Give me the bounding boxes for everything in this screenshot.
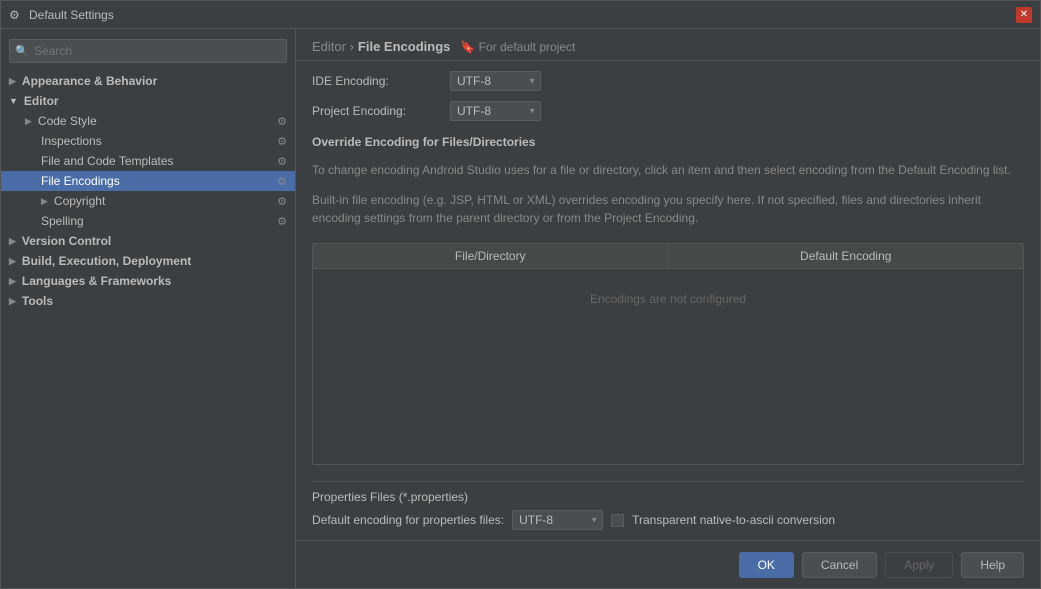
encodings-table: File/Directory Default Encoding Encoding…: [312, 243, 1024, 465]
override-info1: To change encoding Android Studio uses f…: [312, 161, 1024, 179]
transparent-label: Transparent native-to-ascii conversion: [632, 513, 835, 527]
title-bar: ⚙ Default Settings ✕: [1, 1, 1040, 29]
window: ⚙ Default Settings ✕ 🔍 ▶ Appearance & Be…: [0, 0, 1041, 589]
sidebar-item-tools[interactable]: ▶ Tools: [1, 291, 295, 311]
sidebar: 🔍 ▶ Appearance & Behavior ▼ Editor ▶ Cod…: [1, 29, 296, 588]
sidebar-item-version-control[interactable]: ▶ Version Control: [1, 231, 295, 251]
sidebar-item-label: Build, Execution, Deployment: [22, 254, 191, 268]
properties-encoding-dropdown-wrap: UTF-8 UTF-16 ISO-8859-1: [512, 510, 603, 530]
sidebar-item-label: Code Style: [38, 114, 97, 128]
transparent-checkbox[interactable]: [611, 514, 624, 527]
sidebar-item-file-encodings[interactable]: File Encodings ⚙: [1, 171, 295, 191]
sidebar-item-label: Appearance & Behavior: [22, 74, 157, 88]
project-encoding-dropdown[interactable]: UTF-8 UTF-16 ISO-8859-1: [450, 101, 541, 121]
sidebar-item-copyright[interactable]: ▶ Copyright ⚙: [1, 191, 295, 211]
override-info2: Built-in file encoding (e.g. JSP, HTML o…: [312, 191, 1024, 227]
arrow-icon: ▼: [9, 96, 18, 106]
sidebar-item-editor[interactable]: ▼ Editor: [1, 91, 295, 111]
sidebar-item-inspections[interactable]: Inspections ⚙: [1, 131, 295, 151]
table-col-file-dir: File/Directory: [313, 244, 669, 268]
project-badge: 🔖 For default project: [460, 40, 575, 54]
apply-button[interactable]: Apply: [885, 552, 953, 578]
config-icon: ⚙: [277, 175, 287, 188]
config-icon: ⚙: [277, 155, 287, 168]
sidebar-item-label: File and Code Templates: [41, 154, 174, 168]
title-bar-left: ⚙ Default Settings: [9, 8, 114, 22]
main-panel: Editor › File Encodings 🔖 For default pr…: [296, 29, 1040, 588]
sidebar-item-appearance[interactable]: ▶ Appearance & Behavior: [1, 71, 295, 91]
sidebar-item-label: Tools: [22, 294, 53, 308]
project-encoding-label: Project Encoding:: [312, 104, 442, 118]
arrow-icon: ▶: [9, 76, 16, 87]
properties-row: Default encoding for properties files: U…: [312, 510, 1024, 530]
ide-encoding-row: IDE Encoding: UTF-8 UTF-16 ISO-8859-1: [312, 71, 1024, 91]
ide-encoding-label: IDE Encoding:: [312, 74, 442, 88]
content-area: 🔍 ▶ Appearance & Behavior ▼ Editor ▶ Cod…: [1, 29, 1040, 588]
config-icon: ⚙: [277, 215, 287, 228]
breadcrumb-path: Editor ›: [312, 39, 354, 54]
panel-body: IDE Encoding: UTF-8 UTF-16 ISO-8859-1 Pr…: [296, 61, 1040, 540]
arrow-icon: ▶: [41, 196, 48, 207]
arrow-icon: ▶: [9, 296, 16, 307]
sidebar-item-file-code-templates[interactable]: File and Code Templates ⚙: [1, 151, 295, 171]
project-encoding-dropdown-wrap: UTF-8 UTF-16 ISO-8859-1: [450, 101, 541, 121]
window-title: Default Settings: [29, 8, 114, 22]
properties-section: Properties Files (*.properties) Default …: [312, 481, 1024, 530]
sidebar-item-label: Editor: [24, 94, 59, 108]
ok-button[interactable]: OK: [739, 552, 794, 578]
footer: OK Cancel Apply Help: [296, 540, 1040, 588]
sidebar-item-spelling[interactable]: Spelling ⚙: [1, 211, 295, 231]
help-button[interactable]: Help: [961, 552, 1024, 578]
project-encoding-row: Project Encoding: UTF-8 UTF-16 ISO-8859-…: [312, 101, 1024, 121]
table-header: File/Directory Default Encoding: [313, 244, 1023, 269]
table-body[interactable]: Encodings are not configured: [313, 269, 1023, 329]
search-input[interactable]: [9, 39, 287, 63]
table-col-default-encoding: Default Encoding: [669, 244, 1024, 268]
window-icon: ⚙: [9, 8, 23, 22]
arrow-icon: ▶: [9, 276, 16, 287]
search-icon: 🔍: [15, 45, 29, 58]
config-icon: ⚙: [277, 135, 287, 148]
config-icon: ⚙: [277, 195, 287, 208]
properties-encoding-dropdown[interactable]: UTF-8 UTF-16 ISO-8859-1: [512, 510, 603, 530]
arrow-icon: ▶: [9, 236, 16, 247]
sidebar-item-label: Spelling: [41, 214, 84, 228]
arrow-icon: ▶: [9, 256, 16, 267]
ide-encoding-dropdown[interactable]: UTF-8 UTF-16 ISO-8859-1: [450, 71, 541, 91]
panel-header: Editor › File Encodings 🔖 For default pr…: [296, 29, 1040, 61]
sidebar-item-label: Version Control: [22, 234, 111, 248]
page-title: File Encodings: [358, 39, 450, 54]
sidebar-item-languages[interactable]: ▶ Languages & Frameworks: [1, 271, 295, 291]
sidebar-item-label: File Encodings: [41, 174, 120, 188]
cancel-button[interactable]: Cancel: [802, 552, 877, 578]
arrow-icon: ▶: [25, 116, 32, 127]
table-empty-message: Encodings are not configured: [590, 292, 746, 306]
properties-encoding-label: Default encoding for properties files:: [312, 513, 504, 527]
config-icon: ⚙: [277, 115, 287, 128]
search-box: 🔍: [9, 39, 287, 63]
sidebar-item-code-style[interactable]: ▶ Code Style ⚙: [1, 111, 295, 131]
close-button[interactable]: ✕: [1016, 7, 1032, 23]
sidebar-item-build-execution[interactable]: ▶ Build, Execution, Deployment: [1, 251, 295, 271]
override-section-title: Override Encoding for Files/Directories: [312, 135, 1024, 149]
properties-title: Properties Files (*.properties): [312, 490, 1024, 504]
ide-encoding-dropdown-wrap: UTF-8 UTF-16 ISO-8859-1: [450, 71, 541, 91]
sidebar-item-label: Copyright: [54, 194, 105, 208]
sidebar-item-label: Inspections: [41, 134, 102, 148]
sidebar-item-label: Languages & Frameworks: [22, 274, 171, 288]
